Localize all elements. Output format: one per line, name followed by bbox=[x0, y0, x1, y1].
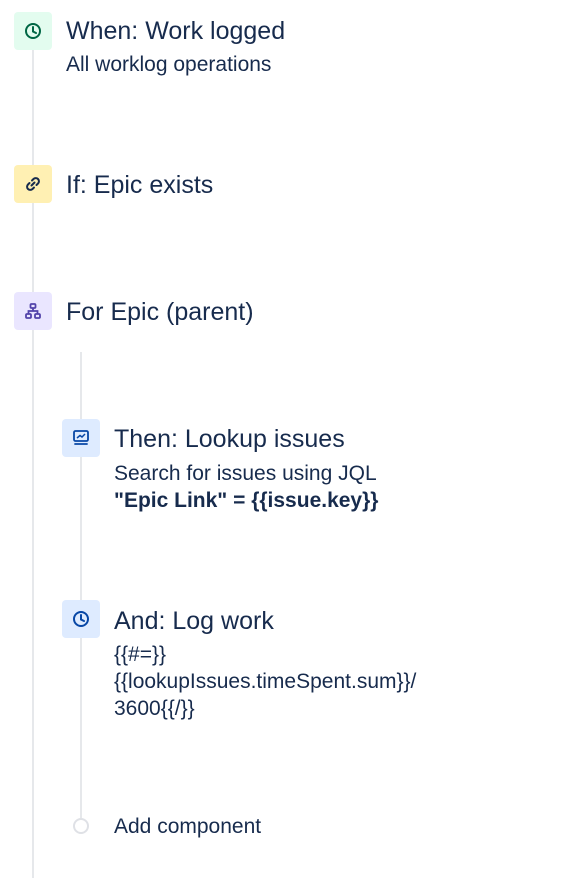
trigger-title: When: Work logged bbox=[66, 17, 286, 45]
link-icon bbox=[14, 165, 52, 203]
log-work-line: 3600{{/}} bbox=[114, 697, 195, 720]
monitor-icon bbox=[62, 419, 100, 457]
log-work-line: {{#=}} bbox=[114, 643, 166, 666]
add-circle-icon bbox=[73, 818, 89, 834]
lookup-issues-jql: "Epic Link" = {{issue.key}} bbox=[114, 489, 379, 512]
clock-icon bbox=[14, 12, 52, 50]
add-component-label: Add component bbox=[114, 815, 262, 838]
clock-icon bbox=[62, 600, 100, 638]
hierarchy-icon bbox=[14, 292, 52, 330]
log-work-title: And: Log work bbox=[114, 607, 274, 635]
trigger-subtitle: All worklog operations bbox=[66, 53, 272, 76]
lookup-issues-subtitle: Search for issues using JQL bbox=[114, 462, 377, 485]
lookup-issues-title: Then: Lookup issues bbox=[114, 425, 345, 453]
log-work-line: {{lookupIssues.timeSpent.sum}}/ bbox=[114, 670, 417, 693]
branch-title: For Epic (parent) bbox=[66, 298, 254, 326]
condition-title: If: Epic exists bbox=[66, 171, 214, 199]
